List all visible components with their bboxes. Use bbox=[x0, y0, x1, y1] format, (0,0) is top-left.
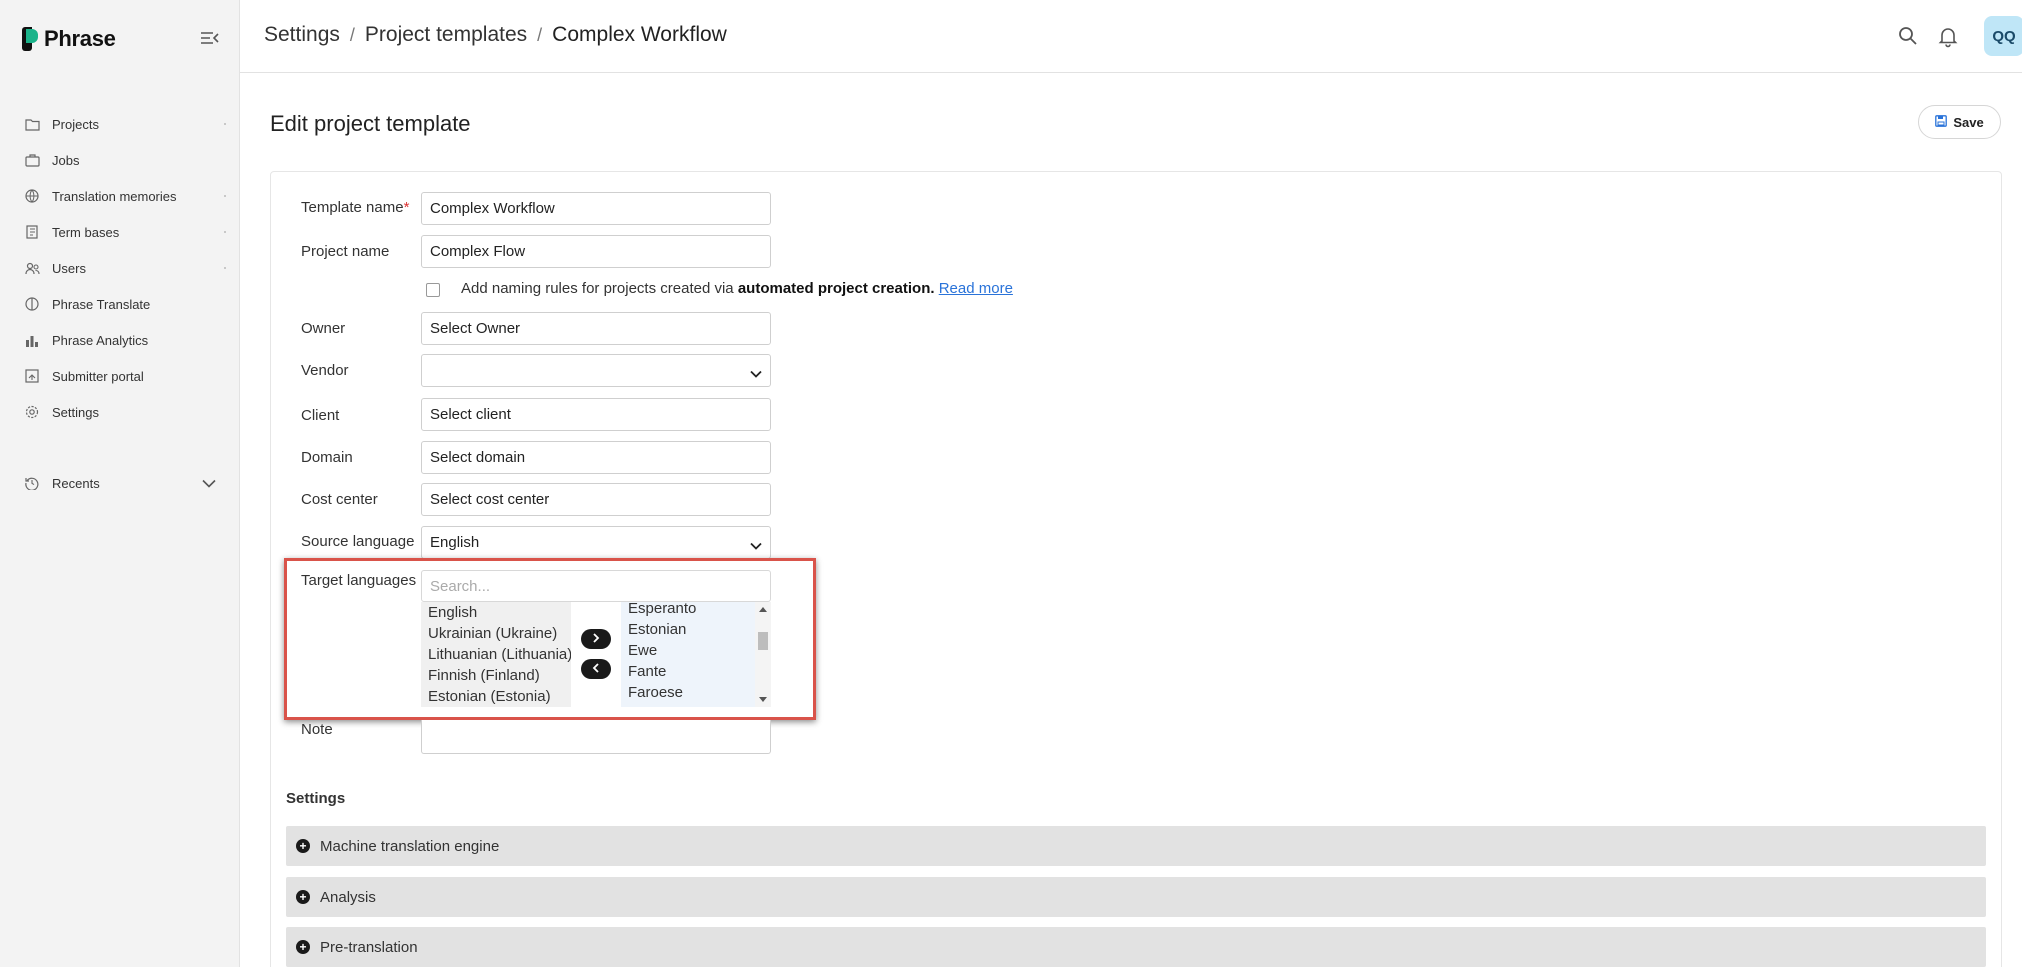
source-language-label: Source language bbox=[301, 533, 415, 550]
breadcrumb-project-templates[interactable]: Project templates bbox=[365, 23, 527, 47]
read-more-link[interactable]: Read more bbox=[939, 280, 1013, 297]
sidebar-item-label: Jobs bbox=[52, 152, 80, 168]
accordion-analysis[interactable]: + Analysis bbox=[286, 877, 1986, 917]
vendor-select[interactable] bbox=[421, 354, 771, 387]
note-input[interactable] bbox=[421, 720, 771, 754]
folder-icon bbox=[24, 116, 40, 132]
expand-indicator bbox=[224, 195, 226, 197]
owner-select[interactable]: Select Owner bbox=[421, 312, 771, 345]
sidebar-item-label: Users bbox=[52, 260, 86, 276]
sidebar-item-submitter-portal[interactable]: Submitter portal bbox=[0, 358, 240, 394]
app-name: Phrase bbox=[44, 26, 116, 51]
plus-circle-icon: + bbox=[296, 839, 310, 853]
template-name-input[interactable]: Complex Workflow bbox=[421, 192, 771, 225]
save-button[interactable]: Save bbox=[1918, 105, 2001, 139]
recents-label: Recents bbox=[52, 475, 100, 491]
cost-center-select[interactable]: Select cost center bbox=[421, 483, 771, 516]
chevron-down-icon bbox=[750, 365, 762, 382]
history-icon bbox=[24, 475, 40, 491]
accordion-label: Analysis bbox=[320, 888, 376, 906]
project-name-input[interactable]: Complex Flow bbox=[421, 235, 771, 268]
sidebar-item-label: Settings bbox=[52, 404, 99, 420]
settings-section-title: Settings bbox=[286, 790, 346, 807]
sidebar-item-label: Phrase Analytics bbox=[52, 332, 149, 348]
chevron-down-icon bbox=[750, 537, 762, 554]
client-label: Client bbox=[301, 407, 340, 424]
chevron-down-icon[interactable] bbox=[202, 476, 216, 491]
sidebar-item-phrase-translate[interactable]: Phrase Translate bbox=[0, 286, 240, 322]
template-name-label: Template name* bbox=[301, 199, 410, 216]
collapse-sidebar-icon[interactable] bbox=[200, 30, 220, 46]
vendor-label: Vendor bbox=[301, 362, 349, 379]
book-icon bbox=[24, 224, 40, 240]
phrase-logo[interactable]: Phrase bbox=[22, 26, 116, 52]
accordion-label: Machine translation engine bbox=[320, 837, 500, 855]
breadcrumb-current: Complex Workflow bbox=[552, 23, 727, 46]
expand-indicator bbox=[224, 267, 226, 269]
accordion-pre-translation[interactable]: + Pre-translation bbox=[286, 927, 1986, 967]
sidebar-recents[interactable]: Recents bbox=[0, 465, 240, 501]
sidebar-item-phrase-analytics[interactable]: Phrase Analytics bbox=[0, 322, 240, 358]
phrase-logo-icon bbox=[22, 27, 38, 51]
naming-rules-checkbox[interactable] bbox=[426, 283, 440, 297]
domain-label: Domain bbox=[301, 449, 353, 466]
save-icon bbox=[1935, 114, 1948, 130]
naming-rules-text: Add naming rules for projects created vi… bbox=[461, 280, 1013, 297]
sidebar-item-jobs[interactable]: Jobs bbox=[0, 142, 240, 178]
sidebar-item-settings[interactable]: Settings bbox=[0, 394, 240, 430]
briefcase-icon bbox=[24, 152, 40, 168]
gear-icon bbox=[24, 404, 40, 420]
domain-select[interactable]: Select domain bbox=[421, 441, 771, 474]
plus-circle-icon: + bbox=[296, 940, 310, 954]
expand-indicator bbox=[224, 123, 226, 125]
target-languages-highlight bbox=[284, 558, 816, 720]
sidebar-item-label: Phrase Translate bbox=[52, 296, 151, 312]
sidebar: Phrase Projects Jobs Translation memorie… bbox=[0, 0, 240, 967]
sidebar-item-translation-memories[interactable]: Translation memories bbox=[0, 178, 240, 214]
sidebar-item-projects[interactable]: Projects bbox=[0, 106, 240, 142]
expand-indicator bbox=[224, 231, 226, 233]
source-language-select[interactable]: English bbox=[421, 526, 771, 559]
project-name-label: Project name bbox=[301, 243, 390, 260]
users-icon bbox=[24, 260, 40, 276]
sidebar-item-label: Projects bbox=[52, 116, 99, 132]
sidebar-item-label: Submitter portal bbox=[52, 368, 144, 384]
bar-chart-icon bbox=[24, 332, 40, 348]
page-title: Edit project template bbox=[270, 111, 471, 136]
breadcrumb: Settings / Project templates / Complex W… bbox=[264, 23, 727, 47]
breadcrumb-separator: / bbox=[537, 24, 543, 45]
breadcrumb-separator: / bbox=[349, 24, 355, 45]
sidebar-item-label: Term bases bbox=[52, 224, 120, 240]
phrase-translate-icon bbox=[24, 296, 40, 312]
accordion-label: Pre-translation bbox=[320, 938, 418, 956]
save-label: Save bbox=[1953, 114, 1984, 130]
breadcrumb-settings[interactable]: Settings bbox=[264, 23, 340, 47]
avatar[interactable]: QQ bbox=[1984, 16, 2022, 56]
note-label: Note bbox=[301, 721, 333, 738]
owner-label: Owner bbox=[301, 320, 346, 337]
portal-icon bbox=[24, 368, 40, 384]
globe-icon bbox=[24, 188, 40, 204]
client-select[interactable]: Select client bbox=[421, 398, 771, 431]
sidebar-nav: Projects Jobs Translation memories Term … bbox=[0, 106, 240, 430]
top-header: Settings / Project templates / Complex W… bbox=[240, 0, 2022, 73]
sidebar-item-label: Translation memories bbox=[52, 188, 177, 204]
accordion-machine-translation-engine[interactable]: + Machine translation engine bbox=[286, 826, 1986, 866]
sidebar-item-term-bases[interactable]: Term bases bbox=[0, 214, 240, 250]
plus-circle-icon: + bbox=[296, 890, 310, 904]
search-icon[interactable] bbox=[1896, 24, 1920, 48]
cost-center-label: Cost center bbox=[301, 491, 378, 508]
sidebar-item-users[interactable]: Users bbox=[0, 250, 240, 286]
bell-icon[interactable] bbox=[1936, 24, 1960, 48]
